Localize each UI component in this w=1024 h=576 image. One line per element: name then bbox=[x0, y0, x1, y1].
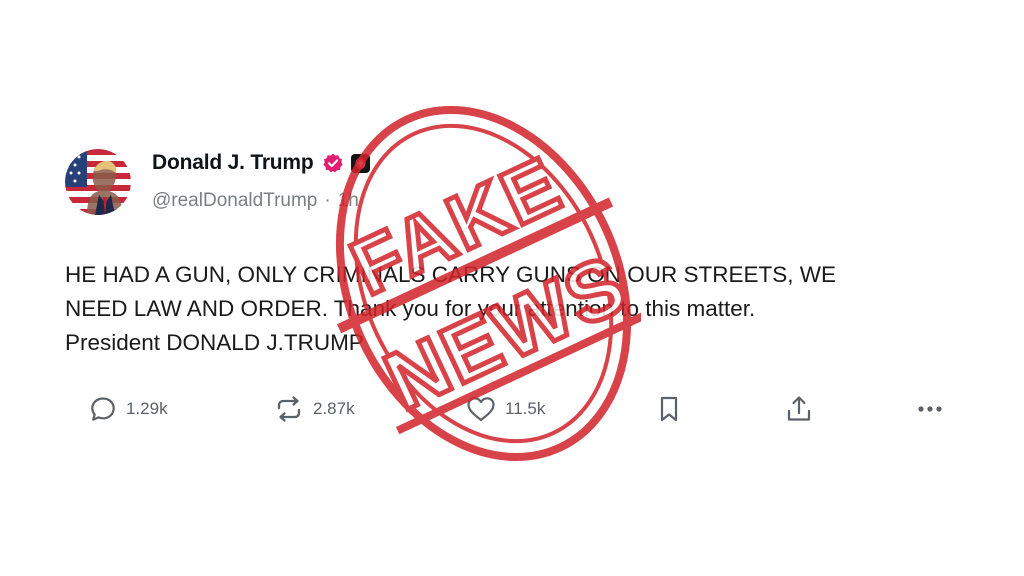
post-body-line: NEED LAW AND ORDER. Thank you for your a… bbox=[65, 296, 756, 321]
repost-icon bbox=[277, 396, 301, 422]
share-button[interactable] bbox=[784, 394, 814, 424]
heart-icon bbox=[467, 397, 495, 422]
like-count: 11.5k bbox=[505, 399, 546, 418]
author-display-name[interactable]: Donald J. Trump bbox=[152, 151, 314, 175]
retruth-count: 2.87k bbox=[313, 399, 355, 418]
reply-button[interactable]: 1.29k bbox=[88, 394, 168, 424]
post-timestamp[interactable]: 1h bbox=[338, 190, 359, 212]
more-dots-icon bbox=[918, 406, 942, 412]
retruth-button[interactable]: 2.87k bbox=[273, 394, 355, 424]
avatar[interactable] bbox=[65, 149, 131, 215]
reply-icon bbox=[91, 397, 115, 421]
brand-badge-icon bbox=[350, 153, 370, 173]
bookmark-icon bbox=[660, 396, 678, 422]
flag-portrait-avatar-icon bbox=[65, 149, 131, 215]
post-screenshot: Donald J. Trump @realDonaldTrump · 1h HE… bbox=[0, 0, 1024, 576]
like-button[interactable]: 11.5k bbox=[465, 394, 545, 424]
meta-separator: · bbox=[324, 190, 331, 211]
author-meta-row: @realDonaldTrump · 1h bbox=[152, 190, 359, 212]
post-body-line: President DONALD J.TRUMP bbox=[65, 330, 364, 355]
share-icon bbox=[787, 396, 811, 421]
more-options-button[interactable] bbox=[914, 394, 946, 424]
post-body: HE HAD A GUN, ONLY CRIMINALS CARRY GUNS … bbox=[65, 258, 965, 360]
reply-count: 1.29k bbox=[126, 399, 168, 418]
author-name-row: Donald J. Trump bbox=[152, 148, 370, 178]
bookmark-button[interactable] bbox=[656, 394, 682, 424]
post-body-line: HE HAD A GUN, ONLY CRIMINALS CARRY GUNS … bbox=[65, 262, 836, 287]
verified-badge-icon bbox=[322, 153, 343, 173]
author-handle[interactable]: @realDonaldTrump bbox=[152, 190, 317, 212]
